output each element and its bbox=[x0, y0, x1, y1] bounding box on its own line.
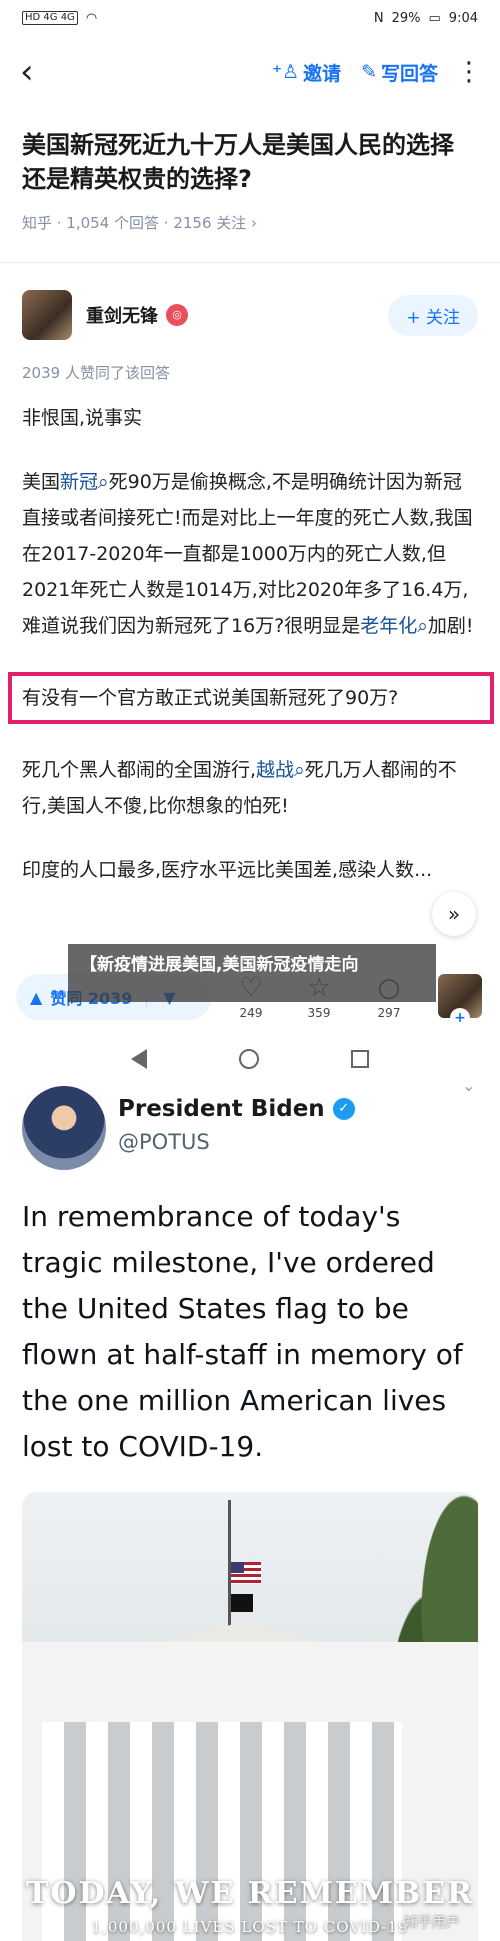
battery-percent: 29% bbox=[391, 10, 421, 26]
invite-button[interactable]: ⁺♙ 邀请 bbox=[272, 59, 341, 86]
answer-text: 死90万是偷换概念,不是明确统计因为新冠直接或者间接死亡!而是对比上一年度的死亡… bbox=[22, 471, 473, 637]
tweet-image[interactable]: TODAY, WE REMEMBER 1,000,000 LIVES LOST … bbox=[22, 1492, 478, 1941]
us-flag-icon bbox=[231, 1562, 261, 1584]
question-title[interactable]: 美国新冠死近九十万人是美国人民的选择还是精英权贵的选择? bbox=[22, 128, 477, 196]
upvote-icon[interactable]: ▲ bbox=[16, 988, 42, 1007]
search-icon: ⌕ bbox=[98, 471, 109, 493]
badge-icon: ◎ bbox=[166, 304, 188, 326]
avatar bbox=[22, 1086, 106, 1170]
back-chevron-icon[interactable]: ‹ bbox=[20, 55, 50, 89]
author-name[interactable]: 重剑无锋 bbox=[86, 302, 158, 328]
follow-plus-icon[interactable]: + bbox=[450, 1008, 470, 1028]
tweet-author: President Biden ✓ bbox=[118, 1096, 355, 1122]
nfc-icon: N bbox=[373, 10, 384, 26]
question-meta[interactable]: 知乎 · 1,054 个回答 · 2156 关注 › bbox=[22, 212, 257, 233]
author-row: 重剑无锋 ◎ + 关注 bbox=[22, 290, 478, 340]
highlighted-paragraph: 有没有一个官方敢正式说美国新冠死了90万? bbox=[8, 672, 494, 724]
verified-icon: ✓ bbox=[332, 1098, 355, 1120]
answer-paragraph: 美国新冠⌕死90万是偷换概念,不是明确统计因为新冠直接或者间接死亡!而是对比上一… bbox=[22, 464, 478, 644]
overlay-banner: 【新疫情进展美国,美国新冠疫情走向 bbox=[68, 944, 436, 1002]
topic-link-vietnam-war[interactable]: 越战 bbox=[256, 759, 294, 781]
status-bar: HD 4G 4G ◠ N 29% ▭ 9:04 bbox=[0, 0, 500, 36]
pow-flag-icon bbox=[231, 1594, 253, 1612]
tweet-handle: @POTUS bbox=[118, 1130, 210, 1154]
image-caption-title: TODAY, WE REMEMBER bbox=[26, 1876, 474, 1911]
write-answer-button[interactable]: ✎ 写回答 bbox=[361, 59, 438, 86]
edit-icon: ✎ bbox=[361, 61, 377, 83]
answer-text: 死几个黑人都闹的全国游行, bbox=[22, 759, 257, 781]
answer-text: 加剧! bbox=[427, 615, 474, 637]
search-icon: ⌕ bbox=[294, 759, 305, 781]
likes-summary: 2039 人赞同了该回答 bbox=[22, 364, 170, 382]
network-indicator: HD 4G 4G bbox=[22, 11, 78, 25]
watermark: 知乎用户 bbox=[404, 1915, 460, 1931]
wifi-icon: ◠ bbox=[85, 10, 98, 26]
avatar[interactable] bbox=[22, 290, 72, 340]
topic-link-aging[interactable]: 老年化 bbox=[360, 615, 417, 637]
answer-paragraph: 死几个黑人都闹的全国游行,越战⌕死几万人都闹的不行,美国人不傻,比你想象的怕死! bbox=[22, 752, 478, 824]
answer-paragraph: 印度的人口最多,医疗水平远比美国差,感染人数... bbox=[22, 859, 433, 881]
favorite-count: 359 bbox=[307, 1006, 331, 1020]
follow-button[interactable]: + 关注 bbox=[388, 294, 478, 336]
answer-paragraph: 非恨国,说事实 bbox=[22, 407, 143, 429]
search-icon: ⌕ bbox=[417, 615, 428, 637]
topic-link-covid[interactable]: 新冠 bbox=[60, 471, 98, 493]
answer-text: 美国 bbox=[22, 471, 61, 493]
reply-count: 297 bbox=[377, 1006, 401, 1020]
battery-icon: ▭ bbox=[428, 10, 441, 26]
top-bar: ‹ ⁺♙ 邀请 ✎ 写回答 ⋮ bbox=[0, 44, 500, 100]
more-options-icon[interactable]: ⋮ bbox=[456, 57, 482, 87]
nav-back-icon[interactable] bbox=[131, 1049, 147, 1069]
clock: 9:04 bbox=[448, 10, 478, 26]
tweet-author-name: President Biden bbox=[118, 1096, 325, 1122]
tweet-text: In remembrance of today's tragic milesto… bbox=[22, 1200, 463, 1463]
divider bbox=[0, 262, 500, 263]
system-nav-bar bbox=[0, 1032, 500, 1086]
nav-home-icon[interactable] bbox=[239, 1049, 259, 1069]
comment-count: 249 bbox=[239, 1006, 263, 1020]
write-answer-label: 写回答 bbox=[380, 62, 438, 85]
add-user-icon: ⁺♙ bbox=[271, 61, 300, 83]
invite-label: 邀请 bbox=[303, 62, 342, 85]
answer-body: 非恨国,说事实 美国新冠⌕死90万是偷换概念,不是明确统计因为新冠直接或者间接死… bbox=[8, 400, 494, 916]
nav-recent-icon[interactable] bbox=[351, 1050, 369, 1068]
chevron-down-icon[interactable]: ⌄ bbox=[462, 1076, 475, 1095]
collapse-chevron-icon[interactable]: » bbox=[432, 892, 476, 936]
